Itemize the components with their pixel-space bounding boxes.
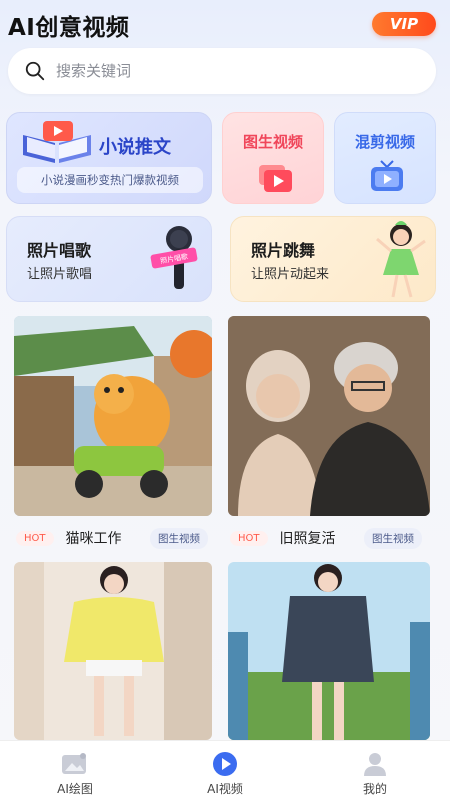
feature-mix-card[interactable]: 混剪视频 (334, 112, 436, 204)
photo-dance-subtitle: 让照片动起来 (251, 267, 330, 282)
tab-label: 我的 (362, 782, 387, 796)
feed-item-girl-yellow-thumbnail[interactable] (14, 562, 212, 740)
novel-title: 小说推文 (99, 137, 171, 158)
girl-yellow-jacket-image (14, 562, 212, 740)
app-title: AI创意视频 (8, 15, 130, 41)
feed-item-girl-outdoor-thumbnail[interactable] (228, 562, 430, 740)
feed-item-tag[interactable]: 图生视频 (150, 528, 208, 549)
feed-item-title[interactable]: 旧照复活 (280, 528, 336, 548)
tab-label: AI绘图 (57, 782, 93, 796)
feed-item-cat-thumbnail[interactable] (14, 316, 212, 516)
tab-ai-video[interactable]: AI视频 (150, 741, 300, 800)
img2video-title: 图生视频 (242, 133, 303, 151)
feed-item-meta: HOT 猫咪工作 (16, 527, 122, 549)
feature-img2video-card[interactable]: 图生视频 (222, 112, 324, 204)
profile-icon (364, 753, 386, 776)
search-input[interactable] (56, 62, 396, 80)
feature-novel-card[interactable]: 小说推文 小说漫画秒变热门爆款视频 (6, 112, 212, 204)
bottom-tab-bar: AI绘图 AI视频 我的 (0, 740, 450, 800)
vip-button[interactable]: VIP (372, 12, 436, 36)
tab-label: AI视频 (207, 782, 243, 796)
old-couple-image (228, 316, 430, 516)
microphone-icon: 照片唱歌 (150, 226, 198, 289)
hot-badge: HOT (16, 530, 54, 546)
tab-profile[interactable]: 我的 (300, 741, 450, 800)
image-icon (62, 753, 86, 774)
feature-photo-sing-card[interactable]: 照片唱歌 让照片歌唱 照片唱歌 (6, 216, 212, 302)
mix-title: 混剪视频 (354, 133, 415, 151)
video-play-icon (213, 752, 237, 776)
cat-scooter-image (14, 316, 212, 516)
video-clip-icon (259, 165, 292, 192)
feature-photo-dance-card[interactable]: 照片跳舞 让照片动起来 (230, 216, 436, 302)
tv-icon (371, 160, 403, 191)
photo-sing-subtitle: 让照片歌唱 (27, 267, 93, 282)
feed-item-title[interactable]: 猫咪工作 (66, 528, 122, 548)
novel-subtitle: 小说漫画秒变热门爆款视频 (17, 167, 203, 193)
feed-item-meta: HOT 旧照复活 (230, 527, 336, 549)
search-bar[interactable] (8, 48, 436, 94)
search-icon (25, 61, 45, 81)
feed-item-old-photo-thumbnail[interactable] (228, 316, 430, 516)
feed-item-tag[interactable]: 图生视频 (364, 528, 422, 549)
photo-dance-title: 照片跳舞 (251, 241, 316, 260)
girl-outdoor-image (228, 562, 430, 740)
hot-badge: HOT (230, 530, 268, 546)
photo-sing-title: 照片唱歌 (27, 241, 92, 260)
tab-ai-draw[interactable]: AI绘图 (0, 741, 150, 800)
header: AI创意视频 VIP (0, 0, 450, 48)
dancer-icon (376, 221, 426, 298)
book-video-icon (23, 121, 91, 163)
